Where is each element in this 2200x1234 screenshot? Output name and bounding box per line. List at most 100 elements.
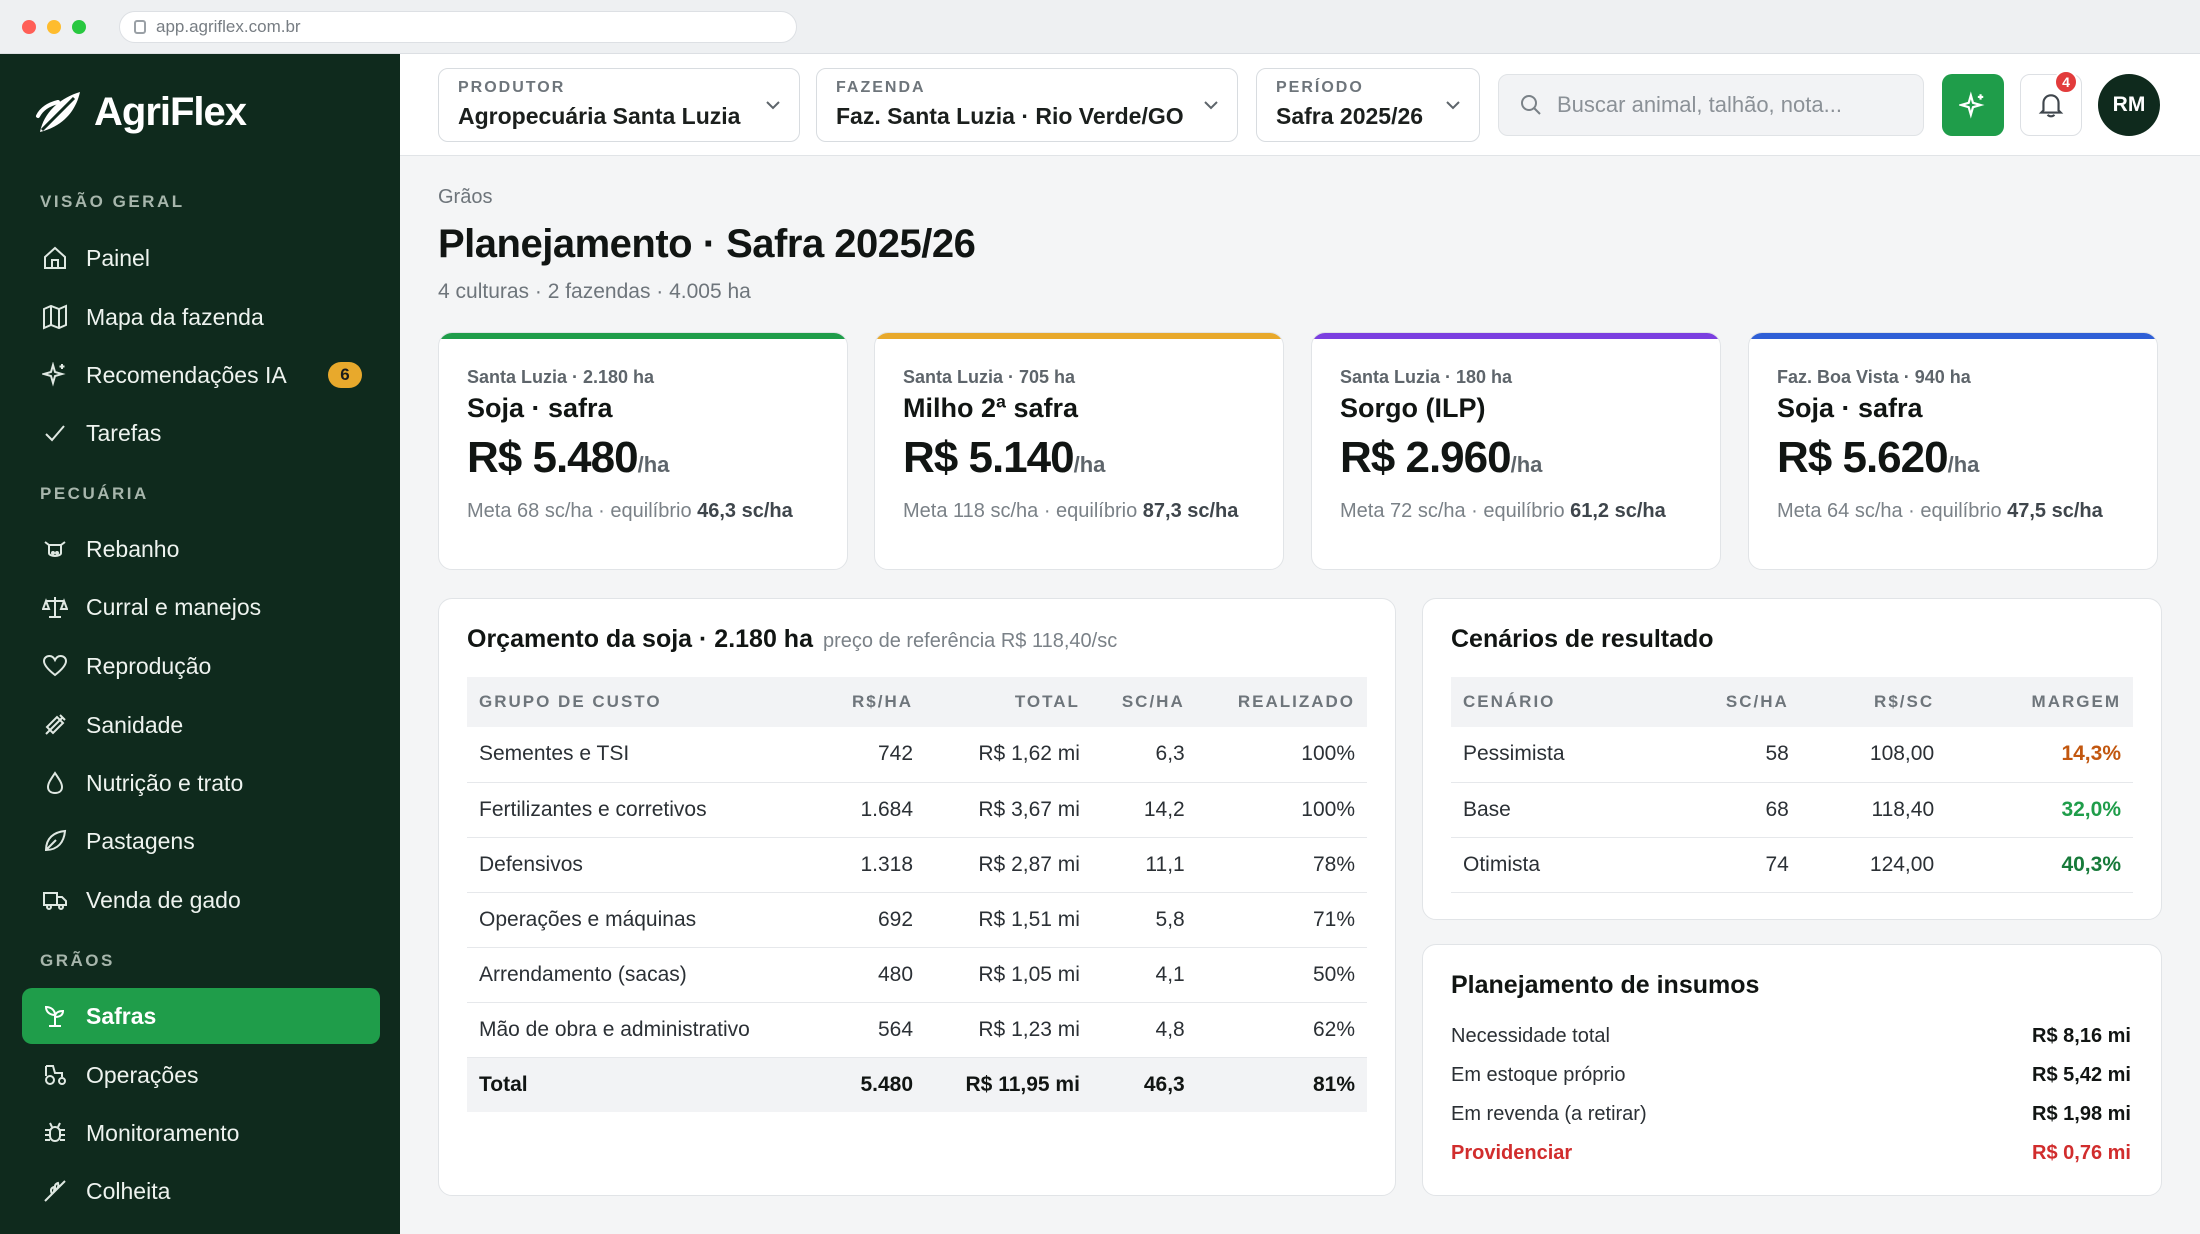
table-row[interactable]: Operações e máquinas 692 R$ 1,51 mi 5,8 71% xyxy=(467,892,1367,948)
bug-icon xyxy=(40,1118,70,1148)
budget-panel: Orçamento da soja · 2.180 ha preço de ref… xyxy=(438,598,1396,1196)
wheat-icon xyxy=(40,1176,70,1206)
column-header[interactable]: REALIZADO xyxy=(1197,677,1367,727)
sidebar: AgriFlex VISÃO GERAL Painel Mapa da faze… xyxy=(0,54,400,1234)
column-header[interactable]: MARGEM xyxy=(1946,677,2133,727)
crop-name: Soja · safra xyxy=(467,393,613,423)
breadcrumb[interactable]: Grãos xyxy=(438,186,492,209)
budget-table: GRUPO DE CUSTO R$/HA TOTAL SC/HA REALIZA… xyxy=(467,677,1367,1112)
column-header[interactable]: GRUPO DE CUSTO xyxy=(467,677,823,727)
sidebar-item-recomendacoes[interactable]: Recomendações IA 6 xyxy=(22,347,380,403)
sidebar-item-tarefas[interactable]: Tarefas xyxy=(22,405,380,461)
sidebar-item-rebanho[interactable]: Rebanho xyxy=(22,521,380,577)
maximize-window-dot[interactable] xyxy=(72,19,86,34)
crop-color-bar xyxy=(439,333,847,339)
margin-value: 40,3% xyxy=(1946,837,2133,893)
column-header[interactable]: R$/HA xyxy=(823,677,926,727)
column-header[interactable]: CENÁRIO xyxy=(1451,677,1658,727)
inputs-title: Planejamento de insumos xyxy=(1451,971,1760,999)
notifications-button[interactable]: 4 xyxy=(2020,70,2082,136)
home-icon xyxy=(40,243,70,273)
page-subtitle: 4 culturas · 2 fazendas · 4.005 ha xyxy=(438,280,751,303)
tractor-icon xyxy=(40,1060,70,1090)
column-header[interactable]: R$/SC xyxy=(1801,677,1946,727)
crop-color-bar xyxy=(875,333,1283,339)
period-selector[interactable]: PERÍODO Safra 2025/26 xyxy=(1256,68,1480,142)
sidebar-item-label: Sanidade xyxy=(86,711,184,738)
sparkle-icon xyxy=(40,360,70,390)
top-bar: PRODUTOR Agropecuária Santa Luzia FAZEND… xyxy=(400,54,2200,156)
table-row[interactable]: Arrendamento (sacas) 480 R$ 1,05 mi 4,1 50% xyxy=(467,947,1367,1003)
sidebar-item-label: Painel xyxy=(86,244,150,271)
inputs-row: Necessidade total R$ 8,16 mi xyxy=(1451,1025,2131,1047)
scenarios-panel: Cenários de resultado CENÁRIO SC/HA R$/S… xyxy=(1422,598,2162,920)
table-row[interactable]: Defensivos 1.318 R$ 2,87 mi 11,1 78% xyxy=(467,837,1367,893)
inputs-row-alert[interactable]: Providenciar R$ 0,76 mi xyxy=(1451,1142,2131,1165)
column-header[interactable]: SC/HA xyxy=(1658,677,1801,727)
table-row[interactable]: Pessimista 58 108,00 14,3% xyxy=(1451,727,2133,783)
search-box[interactable] xyxy=(1498,74,1924,136)
chevron-down-icon xyxy=(766,101,780,110)
table-row[interactable]: Fertilizantes e corretivos 1.684 R$ 3,67 m… xyxy=(467,782,1367,838)
farm-selector[interactable]: FAZENDA Faz. Santa Luzia · Rio Verde/GO xyxy=(816,68,1238,142)
url-bar[interactable]: app.agriflex.com.br xyxy=(119,10,797,43)
sidebar-item-venda-gado[interactable]: Venda de gado xyxy=(22,872,380,928)
crop-name: Milho 2ª safra xyxy=(903,393,1079,423)
sidebar-item-painel[interactable]: Painel xyxy=(22,230,380,286)
crop-meta: Santa Luzia · 705 ha xyxy=(903,367,1076,387)
margin-value: 14,3% xyxy=(1946,727,2133,783)
close-window-dot[interactable] xyxy=(22,19,36,34)
crop-card[interactable]: Faz. Boa Vista · 940 ha Soja · safra R$ … xyxy=(1748,332,2158,570)
ai-assistant-button[interactable] xyxy=(1942,74,2004,136)
user-avatar[interactable]: RM xyxy=(2098,74,2160,136)
producer-selector[interactable]: PRODUTOR Agropecuária Santa Luzia xyxy=(438,68,800,142)
crop-meta: Santa Luzia · 180 ha xyxy=(1340,367,1513,387)
producer-value: Agropecuária Santa Luzia xyxy=(458,103,741,129)
sidebar-item-label: Colheita xyxy=(86,1177,171,1204)
crop-card[interactable]: Santa Luzia · 705 ha Milho 2ª safra R$ 5… xyxy=(874,332,1284,570)
search-icon xyxy=(1521,95,1541,115)
sidebar-item-reproducao[interactable]: Reprodução xyxy=(22,638,380,694)
syringe-icon xyxy=(40,710,70,740)
column-header[interactable]: TOTAL xyxy=(925,677,1092,727)
crop-cost-per-ha: R$ 5.620/ha xyxy=(1777,433,1980,482)
sidebar-item-safras[interactable]: Safras xyxy=(22,988,380,1044)
sparkle-icon xyxy=(1959,91,1985,119)
sidebar-item-sanidade[interactable]: Sanidade xyxy=(22,697,380,753)
sidebar-item-curral[interactable]: Curral e manejos xyxy=(22,579,380,635)
recommendations-count-badge: 6 xyxy=(328,362,362,388)
table-row[interactable]: Mão de obra e administrativo 564 R$ 1,23 m… xyxy=(467,1002,1367,1058)
sidebar-item-colheita[interactable]: Colheita xyxy=(22,1163,380,1219)
lock-icon xyxy=(134,19,146,34)
sidebar-item-monitoramento[interactable]: Monitoramento xyxy=(22,1105,380,1161)
sidebar-item-label: Nutrição e trato xyxy=(86,769,244,796)
crop-name: Soja · safra xyxy=(1777,393,1923,423)
crop-name: Sorgo (ILP) xyxy=(1340,393,1486,423)
search-input[interactable] xyxy=(1557,92,1897,118)
nav-section-pecuaria: PECUÁRIA xyxy=(40,484,149,503)
producer-label: PRODUTOR xyxy=(458,79,566,96)
sidebar-item-label: Tarefas xyxy=(86,419,162,446)
sidebar-item-label: Curral e manejos xyxy=(86,593,262,620)
sidebar-item-nutricao[interactable]: Nutrição e trato xyxy=(22,755,380,811)
check-icon xyxy=(40,418,70,448)
notifications-count-badge: 4 xyxy=(2054,70,2078,94)
minimize-window-dot[interactable] xyxy=(47,19,61,34)
nav-section-overview: VISÃO GERAL xyxy=(40,192,185,211)
sidebar-item-label: Monitoramento xyxy=(86,1119,240,1146)
crop-card[interactable]: Santa Luzia · 180 ha Sorgo (ILP) R$ 2.96… xyxy=(1311,332,1721,570)
crop-card[interactable]: Santa Luzia · 2.180 ha Soja · safra R$ 5… xyxy=(438,332,848,570)
table-row[interactable]: Otimista 74 124,00 40,3% xyxy=(1451,837,2133,893)
column-header[interactable]: SC/HA xyxy=(1092,677,1197,727)
sidebar-item-mapa[interactable]: Mapa da fazenda xyxy=(22,289,380,345)
table-row[interactable]: Base 68 118,40 32,0% xyxy=(1451,782,2133,838)
table-row[interactable]: Sementes e TSI 742 R$ 1,62 mi 6,3 100% xyxy=(467,727,1367,783)
chevron-down-icon xyxy=(1204,101,1218,110)
crop-cost-per-ha: R$ 2.960/ha xyxy=(1340,433,1543,482)
crop-color-bar xyxy=(1749,333,2157,339)
sidebar-item-pastagens[interactable]: Pastagens xyxy=(22,813,380,869)
sidebar-item-operacoes[interactable]: Operações xyxy=(22,1047,380,1103)
brand-logo[interactable]: AgriFlex xyxy=(34,86,247,138)
crop-goal: Meta 68 sc/ha · equilíbrio 46,3 sc/ha xyxy=(467,500,793,522)
chevron-down-icon xyxy=(1446,101,1460,110)
